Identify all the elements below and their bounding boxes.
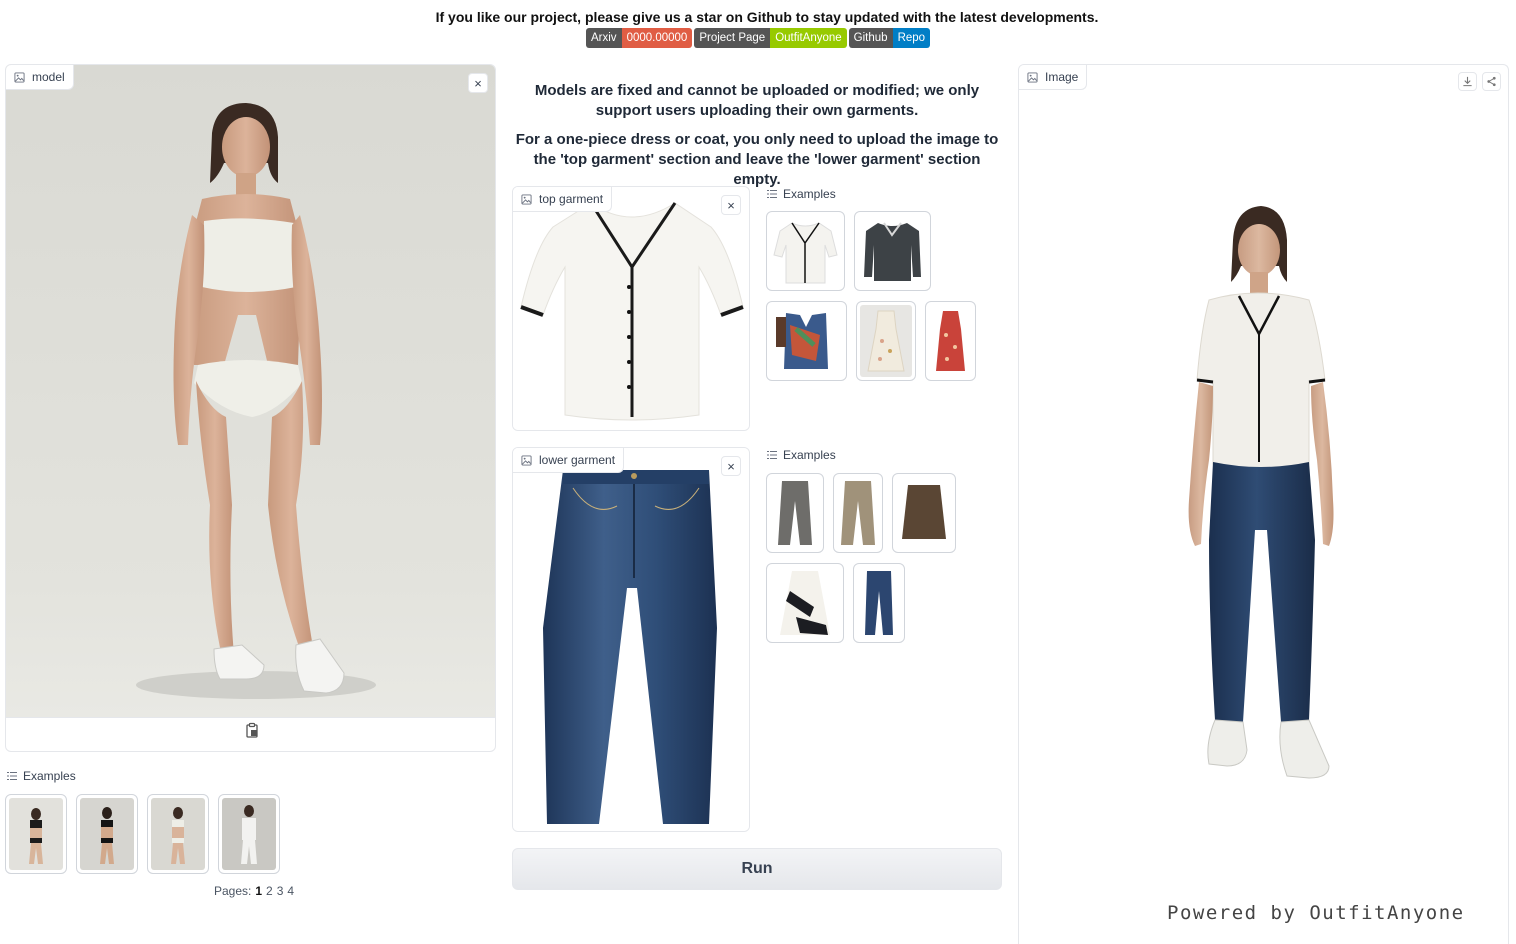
arxiv-badge[interactable]: Arxiv 0000.00000: [586, 28, 693, 48]
badge-row: Arxiv 0000.00000 Project Page OutfitAnyo…: [586, 28, 932, 48]
lower-example-thumb[interactable]: [766, 563, 844, 643]
page-link[interactable]: 1: [255, 884, 262, 898]
example-image: [865, 571, 893, 635]
top-garment-clear-button[interactable]: ×: [721, 195, 741, 215]
pages-label: Pages:: [214, 884, 252, 898]
model-label: model: [32, 70, 65, 84]
image-icon: [14, 71, 25, 83]
example-image: [841, 481, 875, 545]
project-page-badge[interactable]: Project Page OutfitAnyone: [694, 28, 847, 48]
tryon-result-image[interactable]: [1169, 200, 1369, 810]
lower-garment-label-tag: lower garment: [513, 448, 625, 473]
top-examples-header: Examples: [767, 187, 836, 201]
example-image: [780, 571, 830, 635]
badge-label: Project Page: [694, 28, 771, 48]
download-button[interactable]: [1458, 72, 1477, 91]
output-label: Image: [1045, 70, 1079, 84]
page-link[interactable]: 4: [287, 884, 294, 898]
top-garment-image[interactable]: [513, 187, 750, 431]
github-badge[interactable]: Github Repo: [848, 28, 931, 48]
example-image: [241, 805, 257, 864]
page-link[interactable]: 2: [266, 884, 273, 898]
image-icon: [521, 193, 532, 205]
notice-line-1: Models are fixed and cannot be uploaded …: [534, 82, 980, 119]
model-examples-pager: Pages: 1 2 3 4: [214, 884, 294, 898]
top-example-thumb[interactable]: [854, 211, 931, 291]
run-button[interactable]: Run: [512, 848, 1002, 890]
badge-value: 0000.00000: [621, 28, 693, 48]
example-image: [867, 310, 905, 372]
lower-example-thumb[interactable]: [766, 473, 824, 553]
badge-label: Arxiv: [586, 28, 622, 48]
download-icon: [1463, 76, 1472, 87]
example-image: [864, 222, 921, 281]
page-link[interactable]: 3: [277, 884, 284, 898]
model-image-panel: model ×: [5, 64, 496, 752]
model-clear-button[interactable]: ×: [468, 73, 488, 93]
lower-garment-image[interactable]: [513, 448, 750, 832]
close-icon: ×: [727, 458, 735, 474]
model-example-thumb[interactable]: [5, 794, 67, 874]
list-icon: [767, 190, 777, 198]
lower-example-thumb[interactable]: [892, 473, 956, 553]
model-example-thumb[interactable]: [76, 794, 138, 874]
examples-label: Examples: [783, 187, 836, 201]
top-garment-panel: top garment ×: [512, 186, 750, 431]
example-image: [29, 808, 43, 864]
list-icon: [7, 772, 17, 780]
close-icon: ×: [474, 75, 482, 91]
examples-label: Examples: [783, 448, 836, 462]
example-image: [773, 222, 838, 284]
lower-example-thumb[interactable]: [853, 563, 905, 643]
badge-value: Repo: [892, 28, 931, 48]
top-garment-label-tag: top garment: [513, 187, 613, 212]
share-button[interactable]: [1482, 72, 1501, 91]
example-image: [902, 485, 946, 539]
lower-garment-label: lower garment: [539, 453, 616, 467]
image-icon: [1027, 71, 1038, 83]
model-example-thumb[interactable]: [218, 794, 280, 874]
image-icon: [521, 454, 532, 466]
example-image: [776, 313, 828, 369]
model-example-thumb[interactable]: [147, 794, 209, 874]
lower-garment-clear-button[interactable]: ×: [721, 456, 741, 476]
example-image: [100, 807, 114, 864]
examples-label: Examples: [23, 769, 76, 783]
example-image: [936, 311, 965, 371]
badge-label: Github: [848, 28, 893, 48]
share-icon: [1487, 76, 1496, 87]
announcement-text: If you like our project, please give us …: [435, 9, 1099, 25]
output-label-tag: Image: [1019, 65, 1088, 90]
top-example-thumb[interactable]: [766, 211, 845, 291]
example-image: [171, 807, 185, 864]
model-label-tag: model: [6, 65, 74, 90]
model-examples-header: Examples: [7, 769, 76, 783]
list-icon: [767, 451, 777, 459]
top-example-thumb[interactable]: [856, 301, 916, 381]
clipboard-icon[interactable]: [244, 722, 260, 738]
top-example-thumb[interactable]: [925, 301, 976, 381]
lower-example-thumb[interactable]: [833, 473, 883, 553]
badge-value: OutfitAnyone: [770, 28, 847, 48]
example-image: [778, 481, 812, 545]
top-example-thumb[interactable]: [766, 301, 847, 381]
close-icon: ×: [727, 197, 735, 213]
top-garment-label: top garment: [539, 192, 604, 206]
model-photo[interactable]: [6, 65, 496, 717]
output-image-panel: Image Powered by OutfitAnyone: [1018, 64, 1509, 944]
lower-garment-panel: lower garment ×: [512, 447, 750, 832]
powered-by-watermark: Powered by OutfitAnyone: [1167, 902, 1465, 924]
notice-line-2: For a one-piece dress or coat, you only …: [515, 131, 999, 188]
lower-examples-header: Examples: [767, 448, 836, 462]
